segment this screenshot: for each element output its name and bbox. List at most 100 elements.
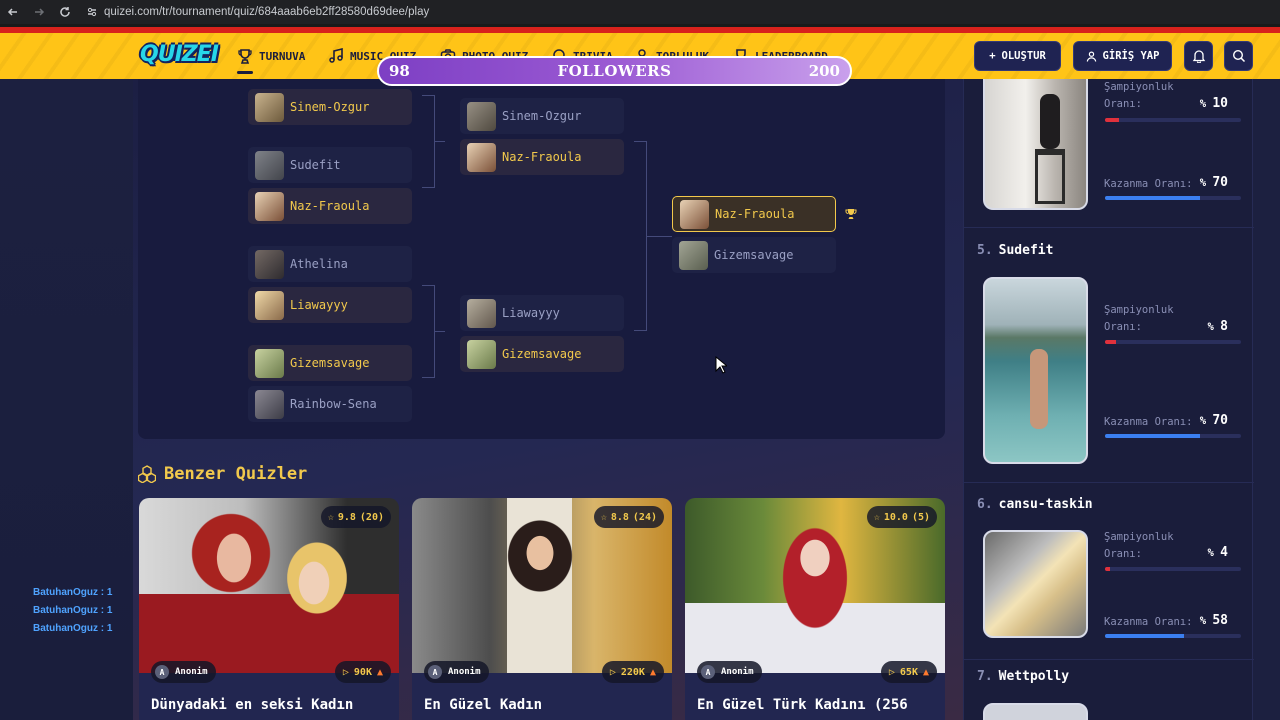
rating-votes: (24) bbox=[632, 511, 657, 523]
cubes-icon bbox=[138, 465, 156, 483]
quiz-card-title[interactable]: Dünyadaki en seksi Kadın bbox=[151, 697, 353, 713]
bracket-slot[interactable]: Sinem-Ozgur bbox=[460, 98, 624, 134]
search-button[interactable] bbox=[1224, 41, 1253, 71]
rating-votes: (5) bbox=[911, 511, 930, 523]
contestant-photo[interactable] bbox=[983, 79, 1088, 210]
win-rate-label: Kazanma Oranı: bbox=[1104, 616, 1193, 628]
contestant-thumbnail bbox=[255, 92, 284, 122]
rating-votes: (20) bbox=[359, 511, 384, 523]
bracket-slot[interactable]: Liawayyy bbox=[460, 295, 624, 331]
bar-fill bbox=[1105, 567, 1111, 571]
quiz-card-title[interactable]: En Güzel Türk Kadını (256 bbox=[697, 697, 908, 713]
contestant-name: Sinem-Ozgur bbox=[290, 100, 370, 114]
author-name: Anonim bbox=[448, 667, 481, 677]
quiz-card[interactable]: ☆ 9.8 (20) A Anonim ▷ 90K ▲ Dünyadaki en… bbox=[139, 498, 399, 720]
main-content: Sinem-Ozgur Sudefit Naz-Fraoula Athelina… bbox=[133, 79, 963, 720]
contestant-thumbnail bbox=[255, 249, 284, 279]
champ-rate-value: % 10 bbox=[1200, 96, 1228, 111]
bracket-slot[interactable]: Sudefit bbox=[248, 147, 412, 183]
fire-icon: ▲ bbox=[922, 666, 929, 678]
author-badge[interactable]: A Anonim bbox=[697, 661, 762, 683]
contestant-thumbnail bbox=[255, 389, 284, 419]
label-line: Şampiyonluk bbox=[1104, 304, 1174, 316]
quiz-card-title[interactable]: En Güzel Kadın bbox=[424, 697, 542, 713]
champ-rate-bar bbox=[1105, 567, 1241, 571]
back-button[interactable] bbox=[0, 0, 26, 24]
pct-sign: % bbox=[1199, 615, 1207, 627]
champ-rate-value: % 4 bbox=[1208, 545, 1228, 560]
contestant-photo[interactable] bbox=[983, 703, 1088, 720]
avatar: A bbox=[428, 665, 442, 679]
contestant-thumbnail bbox=[255, 290, 284, 320]
mouse-cursor-icon bbox=[715, 356, 727, 374]
reload-icon bbox=[60, 7, 70, 17]
forward-button[interactable] bbox=[26, 0, 52, 24]
create-button[interactable]: + OLUŞTUR bbox=[974, 41, 1061, 71]
contestant-thumbnail bbox=[255, 191, 284, 221]
trophy-icon bbox=[238, 49, 252, 64]
bracket-slot[interactable]: Naz-Fraoula bbox=[248, 188, 412, 224]
bracket-slot[interactable]: Sinem-Ozgur bbox=[248, 89, 412, 125]
win-rate-label: Kazanma Oranı: bbox=[1104, 178, 1193, 190]
leaderboard-entry-title[interactable]: 5. Sudefit bbox=[977, 243, 1053, 258]
contestant-name: Naz-Fraoula bbox=[715, 207, 795, 221]
followers-goal-bar: 98 FOLLOWERS 200 bbox=[377, 56, 852, 86]
user-icon bbox=[1086, 51, 1096, 62]
left-rail: BatuhanOguz : 1 BatuhanOguz : 1 BatuhanO… bbox=[0, 79, 133, 720]
contestant-name: Gizemsavage bbox=[290, 356, 370, 370]
value-number: 70 bbox=[1212, 413, 1228, 428]
reload-button[interactable] bbox=[52, 0, 78, 24]
bracket-slot[interactable]: Athelina bbox=[248, 246, 412, 282]
photo-stool bbox=[1035, 149, 1065, 204]
url-text: quizei.com/tr/tournament/quiz/684aaab6eb… bbox=[104, 6, 430, 18]
bracket-slot[interactable]: Gizemsavage bbox=[672, 237, 836, 273]
bracket-slot[interactable]: Gizemsavage bbox=[248, 345, 412, 381]
rating-badge: ☆ 8.8 (24) bbox=[593, 506, 664, 528]
bracket-slot[interactable]: Naz-Fraoula bbox=[460, 139, 624, 175]
value-number: 4 bbox=[1220, 545, 1228, 560]
label-line: Oranı: bbox=[1104, 321, 1142, 333]
win-rate-value: % 70 bbox=[1200, 175, 1228, 190]
bracket-slot-winner[interactable]: Naz-Fraoula bbox=[672, 196, 836, 232]
rating-value: 8.8 bbox=[610, 511, 629, 523]
bracket-slot[interactable]: Liawayyy bbox=[248, 287, 412, 323]
value-number: 70 bbox=[1212, 175, 1228, 190]
search-icon bbox=[1232, 49, 1245, 63]
quiz-card[interactable]: ☆ 8.8 (24) A Anonim ▷ 220K ▲ En Güzel Ka… bbox=[412, 498, 672, 720]
login-button[interactable]: GİRİŞ YAP bbox=[1073, 41, 1172, 71]
plays-badge: ▷ 220K ▲ bbox=[601, 661, 664, 683]
pct-sign: % bbox=[1207, 321, 1214, 333]
avatar: A bbox=[701, 665, 715, 679]
notifications-button[interactable] bbox=[1184, 41, 1213, 71]
photo-figure bbox=[1030, 349, 1048, 429]
leaderboard-entry-title[interactable]: 7. Wettpolly bbox=[977, 669, 1069, 684]
rating-value: 9.8 bbox=[337, 511, 356, 523]
nav-label: TURNUVA bbox=[259, 49, 306, 63]
login-label: GİRİŞ YAP bbox=[1102, 50, 1160, 62]
top-stripe bbox=[0, 24, 1280, 33]
plays-badge: ▷ 65K ▲ bbox=[880, 661, 937, 683]
nav-turnuva[interactable]: TURNUVA bbox=[237, 48, 306, 74]
leaderboard-entry-title[interactable]: 6. cansu-taskin bbox=[977, 497, 1093, 512]
contestant-photo[interactable] bbox=[983, 277, 1088, 464]
plus-icon: + bbox=[989, 50, 996, 62]
rating-badge: ☆ 10.0 (5) bbox=[866, 506, 937, 528]
contestant-photo[interactable] bbox=[983, 530, 1088, 638]
bracket-slot[interactable]: Gizemsavage bbox=[460, 336, 624, 372]
browser-toolbar: quizei.com/tr/tournament/quiz/684aaab6eb… bbox=[0, 0, 1280, 24]
gift-feed-line: BatuhanOguz : 1 bbox=[33, 605, 113, 616]
contestant-thumbnail bbox=[467, 339, 496, 369]
site-logo[interactable]: QUIZEI bbox=[140, 42, 219, 67]
gift-feed-line: BatuhanOguz : 1 bbox=[33, 623, 113, 634]
author-badge[interactable]: A Anonim bbox=[151, 661, 216, 683]
bracket-slot[interactable]: Rainbow-Sena bbox=[248, 386, 412, 422]
contestant-thumbnail bbox=[255, 348, 284, 378]
address-bar[interactable]: quizei.com/tr/tournament/quiz/684aaab6eb… bbox=[82, 2, 437, 22]
music-icon bbox=[329, 48, 343, 63]
value-number: 8 bbox=[1220, 319, 1228, 334]
bar-fill bbox=[1105, 340, 1116, 344]
quiz-card[interactable]: ☆ 10.0 (5) A Anonim ▷ 65K ▲ En Güzel Tür… bbox=[685, 498, 945, 720]
author-badge[interactable]: A Anonim bbox=[424, 661, 489, 683]
star-icon: ☆ bbox=[600, 511, 607, 523]
trophy-icon bbox=[845, 209, 857, 219]
